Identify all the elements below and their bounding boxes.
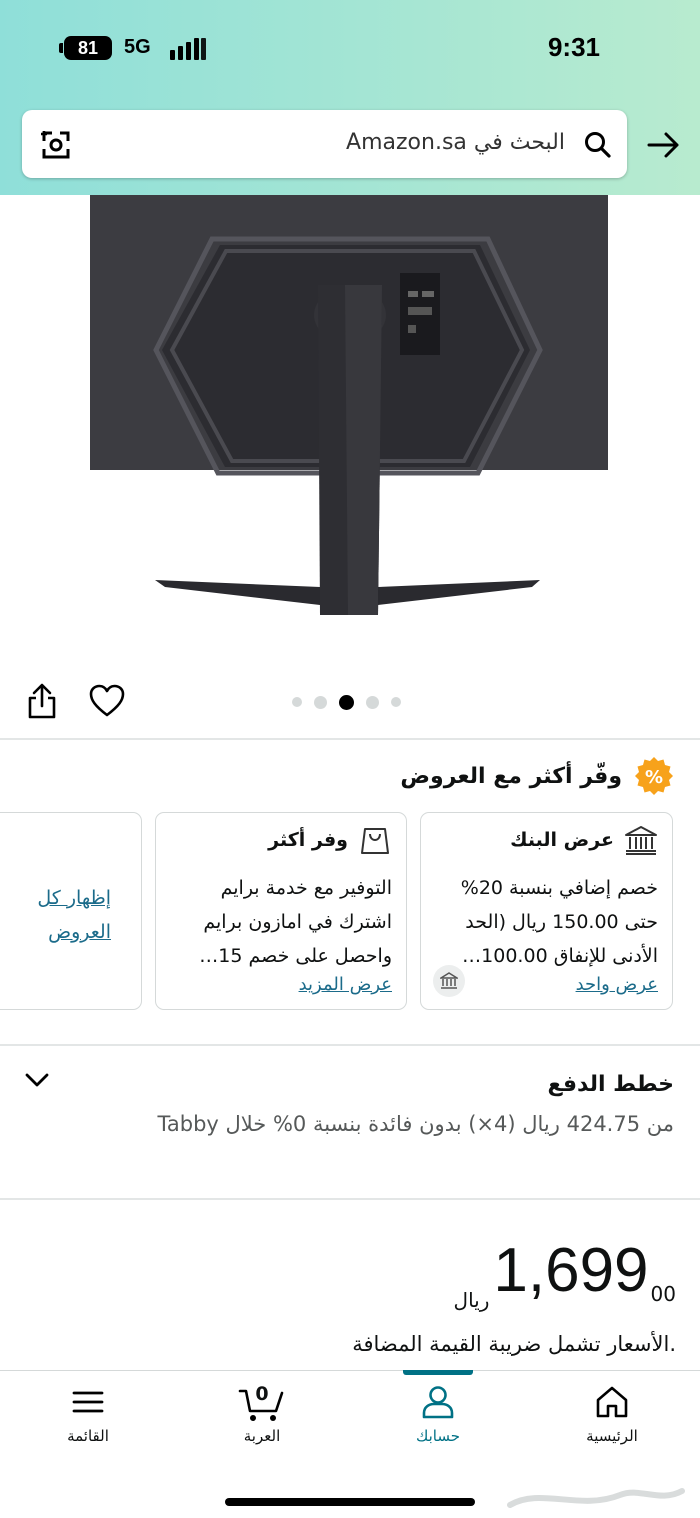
account-icon bbox=[422, 1386, 454, 1419]
nav-account[interactable]: حسابك bbox=[378, 1385, 498, 1465]
payment-plans-text: من 424.75 ريال (4×) بدون فائدة بنسبة 0% … bbox=[157, 1112, 674, 1136]
back-arrow-icon[interactable] bbox=[647, 130, 681, 160]
pagination-dot[interactable] bbox=[339, 694, 354, 710]
nav-account-label: حسابك bbox=[415, 1427, 461, 1445]
percent-badge-icon: % bbox=[635, 757, 673, 795]
pagination-dot[interactable] bbox=[391, 697, 401, 707]
svg-text:%: % bbox=[645, 767, 663, 788]
bank-icon bbox=[625, 826, 657, 855]
image-actions bbox=[0, 680, 700, 724]
bottom-nav: الرئيسية حسابك 0 العربة القائمة bbox=[0, 1370, 700, 1518]
offer-card-title: وفر أكثر bbox=[268, 829, 348, 851]
home-icon bbox=[596, 1386, 628, 1418]
product-image[interactable] bbox=[0, 195, 700, 670]
watermark-logo bbox=[507, 1488, 685, 1508]
search-icon[interactable] bbox=[583, 130, 613, 160]
offer-card-prime[interactable]: وفر أكثر التوفير مع خدمة برايم اشترك في … bbox=[155, 812, 407, 1010]
vat-note: .الأسعار تشمل ضريبة القيمة المضافة bbox=[352, 1332, 676, 1356]
price-fraction: 00 bbox=[650, 1282, 676, 1306]
menu-icon bbox=[72, 1391, 104, 1413]
offer-card-text: خصم إضافي بنسبة 20% حتى 150.00 ريال (الح… bbox=[460, 877, 658, 967]
show-all-offers-link[interactable]: إظهار كل العروض bbox=[11, 881, 111, 949]
nav-menu[interactable]: القائمة bbox=[28, 1385, 148, 1465]
offer-card-title: عرض البنك bbox=[510, 829, 614, 851]
divider bbox=[0, 1198, 700, 1200]
signal-icon bbox=[170, 38, 206, 60]
pagination-dot[interactable] bbox=[314, 695, 327, 709]
nav-cart-label: العربة bbox=[243, 1427, 281, 1445]
nav-home[interactable]: الرئيسية bbox=[552, 1385, 672, 1465]
nav-menu-label: القائمة bbox=[67, 1427, 109, 1445]
divider bbox=[0, 738, 700, 740]
price-currency: ريال bbox=[453, 1288, 490, 1312]
bank-mini-icon bbox=[433, 965, 465, 997]
active-tab-indicator bbox=[403, 1370, 473, 1375]
battery-indicator: 81 bbox=[59, 36, 112, 60]
divider bbox=[0, 1044, 700, 1046]
share-icon[interactable] bbox=[26, 682, 58, 720]
nav-cart[interactable]: 0 العربة bbox=[202, 1383, 322, 1465]
price-whole: 1,699 bbox=[493, 1236, 649, 1305]
network-type: 5G bbox=[124, 36, 151, 58]
offer-card-link[interactable]: عرض المزيد bbox=[299, 974, 392, 995]
wishlist-heart-icon[interactable] bbox=[89, 684, 125, 718]
status-bar: 81 5G 9:31 bbox=[0, 30, 700, 70]
chevron-down-icon[interactable] bbox=[24, 1070, 50, 1090]
pagination-dot[interactable] bbox=[366, 695, 379, 709]
payment-plans-title[interactable]: خطط الدفع bbox=[548, 1072, 674, 1097]
show-all-offers-card[interactable]: إظهار كل العروض bbox=[0, 812, 142, 1010]
offers-title: وفّر أكثر مع العروض bbox=[400, 763, 622, 789]
offer-card-text: التوفير مع خدمة برايم اشترك في امازون بر… bbox=[199, 877, 392, 967]
price: ريال 1,699 00 bbox=[453, 1236, 676, 1313]
nav-home-label: الرئيسية bbox=[586, 1427, 638, 1445]
offers-header: % وفّر أكثر مع العروض bbox=[400, 756, 674, 796]
offer-card-link[interactable]: عرض واحد bbox=[576, 974, 658, 995]
shopping-bag-icon bbox=[361, 828, 389, 854]
cart-count: 0 bbox=[255, 1383, 269, 1405]
offer-card-bank[interactable]: عرض البنك خصم إضافي بنسبة 20% حتى 150.00… bbox=[420, 812, 673, 1010]
search-bar[interactable]: البحث في Amazon.sa bbox=[22, 110, 627, 178]
camera-search-icon[interactable] bbox=[38, 127, 74, 163]
status-time: 9:31 bbox=[547, 32, 600, 62]
top-header: 81 5G 9:31 البحث في Amazon.sa bbox=[0, 0, 700, 195]
search-input[interactable]: البحث في Amazon.sa bbox=[346, 130, 565, 155]
home-indicator bbox=[225, 1498, 475, 1506]
pagination-dot[interactable] bbox=[292, 697, 302, 707]
